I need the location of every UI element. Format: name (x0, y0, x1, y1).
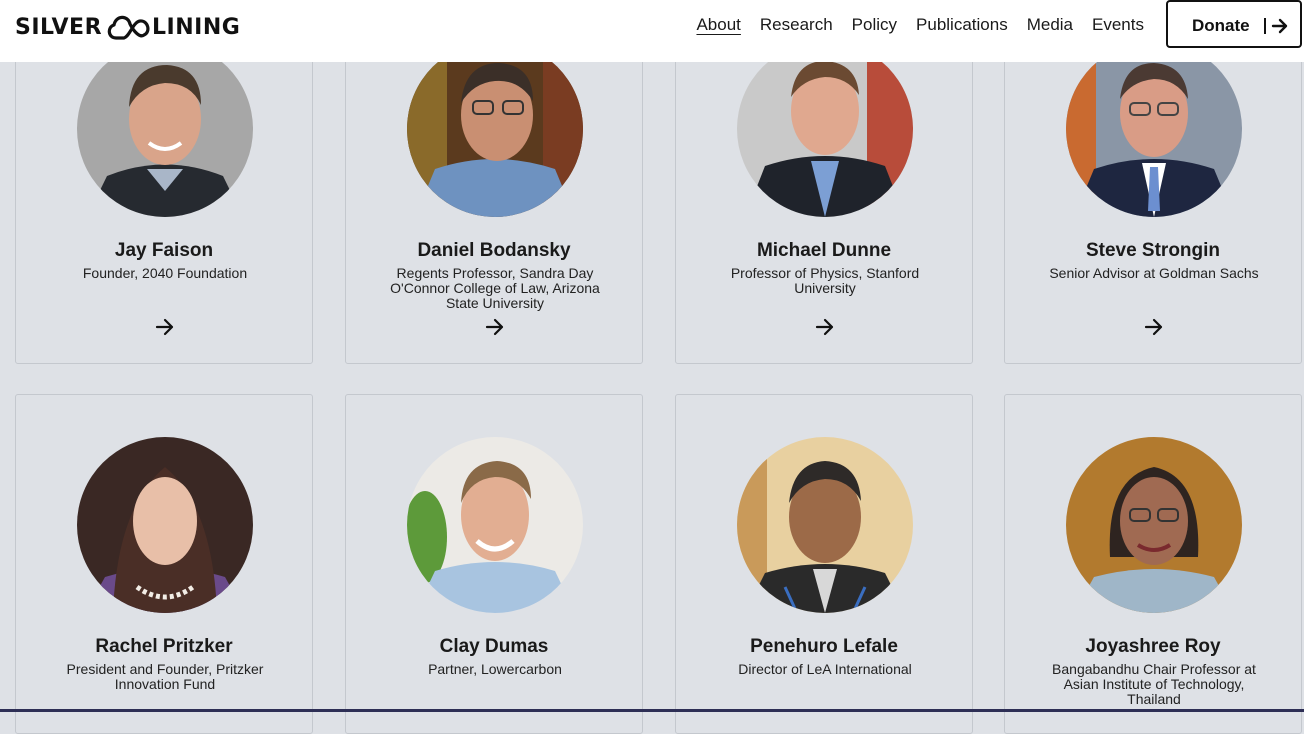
infinity-cloud-icon (107, 15, 150, 40)
person-name: Daniel Bodansky (417, 240, 571, 261)
person-photo (77, 437, 253, 613)
nav-policy[interactable]: Policy (852, 14, 897, 36)
person-card[interactable]: Penehuro Lefale Director of LeA Internat… (675, 394, 973, 734)
person-photo (407, 41, 583, 217)
person-photo (737, 41, 913, 217)
person-photo (407, 437, 583, 613)
person-photo (1066, 437, 1242, 613)
nav-research[interactable]: Research (760, 14, 833, 36)
person-photo (737, 437, 913, 613)
person-photo (77, 41, 253, 217)
nav-publications[interactable]: Publications (916, 14, 1008, 36)
person-name: Jay Faison (114, 240, 214, 261)
arrow-right-icon (1271, 18, 1288, 34)
arrow-right-icon[interactable] (485, 317, 505, 337)
person-role: Professor of Physics, Stanford Universit… (730, 265, 920, 296)
main-nav: About Research Policy Publications Media… (696, 14, 1144, 36)
person-role: President and Founder, Pritzker Innovati… (66, 661, 264, 692)
person-role: Partner, Lowercarbon (428, 661, 562, 677)
logo-text-right: LINING (152, 14, 241, 40)
person-role: Bangabandhu Chair Professor at Asian Ins… (1052, 661, 1256, 707)
site-header: SILVER LINING About Research Policy Publ… (0, 0, 1304, 62)
person-card[interactable]: Joyashree Roy Bangabandhu Chair Professo… (1004, 394, 1302, 734)
arrow-right-icon[interactable] (155, 317, 175, 337)
logo-text-left: SILVER (15, 14, 103, 40)
person-name: Joyashree Roy (1085, 636, 1221, 657)
arrow-right-icon[interactable] (815, 317, 835, 337)
person-name: Penehuro Lefale (750, 636, 898, 657)
person-name: Clay Dumas (439, 636, 549, 657)
nav-events[interactable]: Events (1092, 14, 1144, 36)
person-name: Steve Strongin (1085, 240, 1221, 261)
person-role: Director of LeA International (738, 661, 912, 677)
person-card[interactable]: Clay Dumas Partner, Lowercarbon (345, 394, 643, 734)
person-name: Rachel Pritzker (95, 636, 233, 657)
nav-about[interactable]: About (696, 14, 740, 36)
site-logo[interactable]: SILVER LINING (15, 9, 240, 45)
donate-button[interactable]: Donate (1166, 0, 1302, 48)
person-role: Founder, 2040 Foundation (82, 265, 248, 281)
donate-label: Donate (1192, 16, 1250, 35)
person-role: Senior Advisor at Goldman Sachs (1049, 265, 1259, 281)
nav-media[interactable]: Media (1027, 14, 1073, 36)
donate-divider (1264, 18, 1266, 34)
person-photo (1066, 41, 1242, 217)
person-card[interactable]: Rachel Pritzker President and Founder, P… (15, 394, 313, 734)
person-role: Regents Professor, Sandra Day O'Connor C… (390, 265, 600, 311)
person-name: Michael Dunne (756, 240, 892, 261)
arrow-right-icon[interactable] (1144, 317, 1164, 337)
